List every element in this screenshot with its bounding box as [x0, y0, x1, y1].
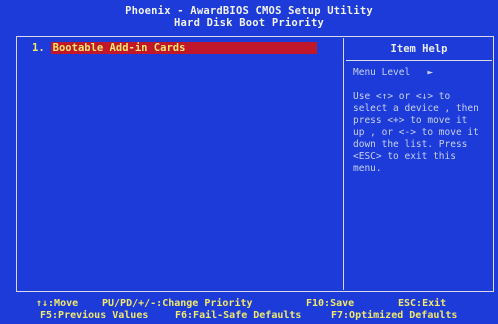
bios-header: Phoenix - AwardBIOS CMOS Setup Utility H… — [0, 5, 498, 29]
key-previous-values: F5:Previous Values — [40, 310, 149, 321]
menu-level-marker-icon: ► — [427, 67, 434, 78]
key-legend-row-1: ↑↓:Move PU/PD/+/-:Change Priority F10:Sa… — [0, 298, 498, 310]
boot-device-number: 1. — [32, 42, 45, 54]
menu-level-label: Menu Level — [353, 67, 411, 78]
page-title: Hard Disk Boot Priority — [174, 17, 324, 29]
main-frame: 1. Bootable Add-in Cards Item Help Menu … — [16, 36, 494, 292]
key-legend-row-2: F5:Previous Values F6:Fail-Safe Defaults… — [0, 310, 498, 322]
key-move: ↑↓:Move — [36, 298, 79, 309]
boot-priority-panel: 1. Bootable Add-in Cards — [18, 38, 344, 290]
item-help-title: Item Help — [346, 38, 492, 61]
key-legend: ↑↓:Move PU/PD/+/-:Change Priority F10:Sa… — [0, 296, 498, 324]
boot-device-item[interactable]: 1. Bootable Add-in Cards — [32, 42, 317, 54]
help-description: Use <↑> or <↓> to select a device , then… — [353, 91, 479, 174]
key-optimized-defaults: F7:Optimized Defaults — [331, 310, 458, 321]
key-change-priority: PU/PD/+/-:Change Priority — [102, 298, 253, 309]
menu-level: Menu Level ► — [353, 67, 495, 79]
item-help-panel: Menu Level ► Use <↑> or <↓> to select a … — [353, 67, 495, 175]
key-fail-safe-defaults: F6:Fail-Safe Defaults — [175, 310, 302, 321]
boot-device-label[interactable]: Bootable Add-in Cards — [50, 42, 317, 54]
key-save: F10:Save — [306, 298, 355, 309]
key-exit: ESC:Exit — [398, 298, 447, 309]
bios-screen: Phoenix - AwardBIOS CMOS Setup Utility H… — [0, 0, 498, 324]
utility-title: Phoenix - AwardBIOS CMOS Setup Utility — [125, 5, 373, 17]
